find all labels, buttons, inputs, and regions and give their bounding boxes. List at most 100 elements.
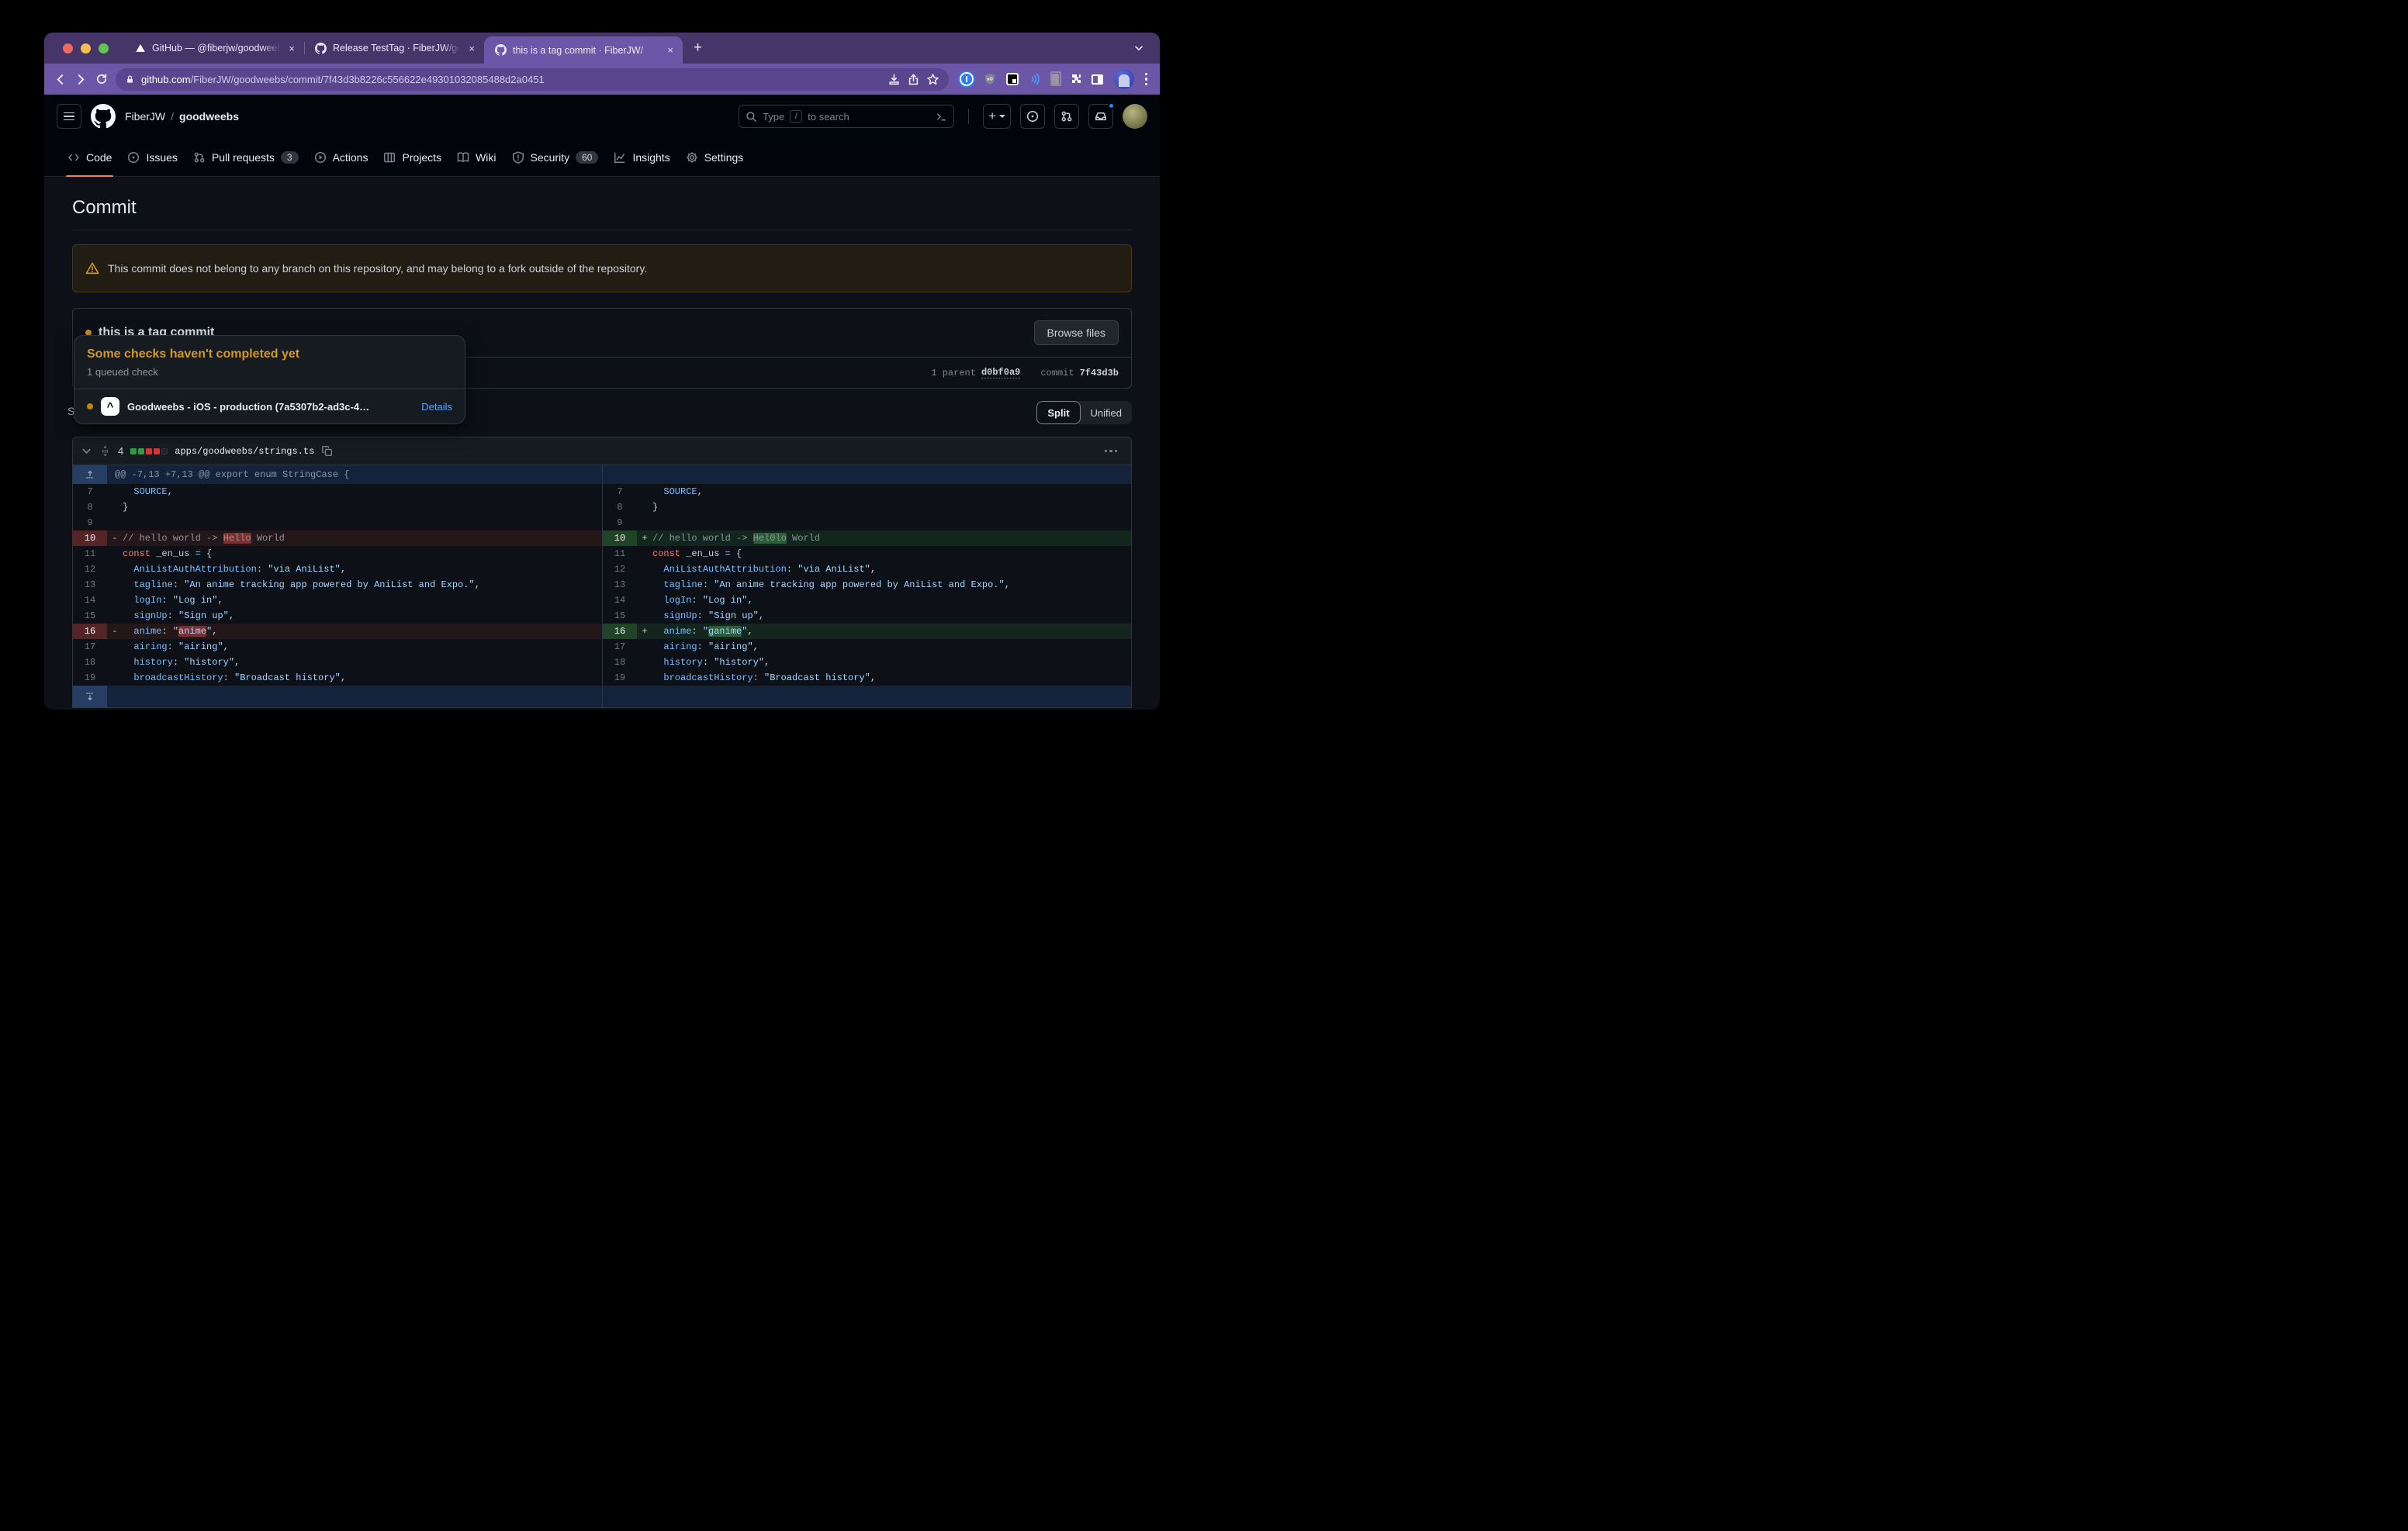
check-details-link[interactable]: Details (421, 401, 452, 413)
github-octocat-icon[interactable] (91, 104, 116, 129)
github-user-avatar[interactable] (1123, 104, 1147, 129)
expand-up-icon[interactable] (85, 469, 95, 480)
create-new-button[interactable]: + (983, 104, 1011, 129)
line-number-right[interactable]: 15 (603, 608, 637, 624)
pull-request-icon (193, 151, 206, 164)
file-options-kebab-icon[interactable] (1098, 450, 1124, 453)
line-number-left[interactable]: 10 (73, 530, 107, 546)
browser-profile-avatar[interactable] (1114, 69, 1134, 89)
command-palette-icon[interactable] (936, 111, 947, 123)
line-number-left[interactable]: 7 (73, 484, 107, 499)
line-number-right[interactable]: 18 (603, 655, 637, 670)
breadcrumb-owner[interactable]: FiberJW (125, 110, 165, 123)
tab-issues[interactable]: Issues (119, 138, 185, 176)
hamburger-menu-button[interactable] (57, 104, 81, 129)
download-icon[interactable] (887, 73, 901, 86)
drag-handle-icon[interactable] (99, 445, 111, 457)
line-number-left[interactable]: 17 (73, 639, 107, 655)
tab-security[interactable]: Security60 (504, 138, 607, 176)
line-number-left[interactable]: 12 (73, 562, 107, 577)
darkreader-icon[interactable] (1006, 73, 1019, 85)
line-number-right[interactable]: 7 (603, 484, 637, 499)
ublock-icon[interactable]: uO (984, 73, 996, 85)
line-number-right[interactable]: 8 (603, 499, 637, 515)
expand-down-icon[interactable] (85, 691, 95, 702)
diff-marker (107, 515, 123, 530)
diff-marker (637, 608, 652, 624)
wave-icon[interactable] (1029, 73, 1041, 85)
browser-tab-0[interactable]: GitHub — @fiberjw/goodweeb× (124, 33, 304, 64)
view-toggle-unified[interactable]: Unified (1081, 401, 1132, 424)
expand-hunk-button[interactable] (73, 465, 107, 484)
line-number-left[interactable]: 8 (73, 499, 107, 515)
parent-sha-link[interactable]: d0bf0a9 (981, 367, 1020, 378)
lock-icon[interactable] (125, 74, 135, 85)
collapse-chevron-icon[interactable] (81, 445, 92, 457)
forward-icon[interactable] (74, 73, 88, 86)
tab-pull-requests[interactable]: Pull requests3 (185, 138, 306, 176)
zoom-window-button[interactable] (99, 43, 109, 54)
minimize-window-button[interactable] (81, 43, 91, 54)
puzzle-icon[interactable] (1069, 73, 1081, 85)
diff-marker: + (637, 624, 652, 639)
browser-tab-1[interactable]: Release TestTag · FiberJW/goo× (304, 33, 484, 64)
code-line-right: AniListAuthAttribution: "via AniList", (652, 562, 1131, 577)
inbox-button[interactable] (1088, 104, 1113, 129)
line-number-right[interactable]: 17 (603, 639, 637, 655)
line-number-right[interactable]: 9 (603, 515, 637, 530)
phone-icon[interactable] (1051, 74, 1059, 85)
tab-projects[interactable]: Projects (375, 138, 449, 176)
page-content: Commit This commit does not belong to an… (44, 197, 1160, 708)
line-number-right[interactable]: 10 (603, 530, 637, 546)
tab-insights[interactable]: Insights (606, 138, 677, 176)
line-number-left[interactable]: 15 (73, 608, 107, 624)
tab-actions[interactable]: Actions (306, 138, 376, 176)
view-toggle-split[interactable]: Split (1036, 401, 1080, 424)
browser-tab-2[interactable]: this is a tag commit · FiberJW/× (484, 36, 683, 64)
line-number-right[interactable]: 19 (603, 670, 637, 686)
close-tab-icon[interactable]: × (467, 41, 476, 56)
browser-menu-icon[interactable] (1142, 73, 1151, 86)
branch-warning-banner: This commit does not belong to any branc… (72, 244, 1132, 292)
refresh-icon[interactable] (95, 73, 108, 85)
back-icon[interactable] (54, 73, 67, 86)
browse-files-button[interactable]: Browse files (1034, 320, 1119, 345)
code-line-right: } (652, 499, 1131, 515)
line-number-left[interactable]: 18 (73, 655, 107, 670)
notification-dot (1108, 102, 1115, 109)
breadcrumb-repo[interactable]: goodweebs (179, 110, 239, 123)
browser-tab-strip: GitHub — @fiberjw/goodweeb×Release TestT… (44, 33, 1160, 64)
line-number-left[interactable]: 14 (73, 593, 107, 608)
line-number-right[interactable]: 11 (603, 546, 637, 562)
new-tab-button[interactable]: + (683, 33, 702, 64)
tab-search-chevron-icon[interactable] (1118, 33, 1160, 64)
diff-marker (107, 670, 123, 686)
diff-filename[interactable]: apps/goodweebs/strings.ts (175, 446, 314, 457)
sidebar-icon[interactable] (1092, 74, 1103, 85)
tab-code[interactable]: Code (60, 138, 119, 176)
search-input[interactable]: Type / to search (739, 105, 954, 128)
expand-down-button[interactable] (73, 686, 107, 707)
line-number-right[interactable]: 16 (603, 624, 637, 639)
line-number-left[interactable]: 11 (73, 546, 107, 562)
line-number-left[interactable]: 9 (73, 515, 107, 530)
close-tab-icon[interactable]: × (287, 41, 296, 56)
line-number-left[interactable]: 16 (73, 624, 107, 639)
line-number-right[interactable]: 13 (603, 577, 637, 593)
line-number-right[interactable]: 12 (603, 562, 637, 577)
line-number-left[interactable]: 13 (73, 577, 107, 593)
copy-icon[interactable] (321, 445, 333, 457)
issues-button[interactable] (1020, 104, 1045, 129)
pull-requests-button[interactable] (1054, 104, 1079, 129)
browser-window: GitHub — @fiberjw/goodweeb×Release TestT… (44, 33, 1160, 710)
close-window-button[interactable] (63, 43, 73, 54)
close-tab-icon[interactable]: × (666, 43, 675, 57)
line-number-right[interactable]: 14 (603, 593, 637, 608)
line-number-left[interactable]: 19 (73, 670, 107, 686)
tab-settings[interactable]: Settings (678, 138, 752, 176)
onepassword-icon[interactable] (960, 72, 974, 86)
tab-wiki[interactable]: Wiki (449, 138, 503, 176)
bookmark-star-icon[interactable] (926, 73, 939, 86)
address-bar[interactable]: github.com/FiberJW/goodweebs/commit/7f43… (116, 68, 949, 91)
share-icon[interactable] (907, 73, 920, 86)
